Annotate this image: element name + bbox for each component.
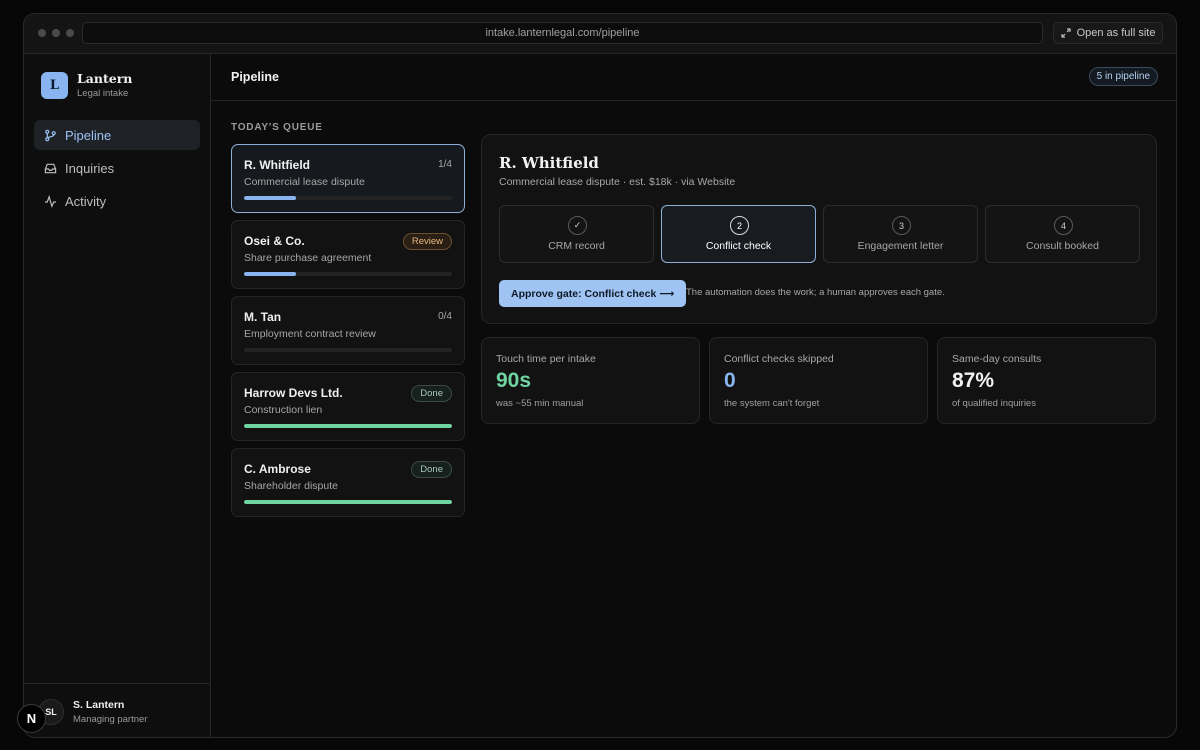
metric-value: 90s <box>496 369 532 392</box>
sidebar-item-label: Inquiries <box>65 160 115 176</box>
expand-icon <box>1060 28 1071 38</box>
queue-card-step-count: 1/4 <box>438 159 452 170</box>
sidebar-item-inquiries[interactable]: Inquiries <box>34 153 200 183</box>
queue-card[interactable]: M. Tan Employment contract review 0/4 <box>231 296 465 365</box>
client-name: R. Whitfield <box>499 154 599 172</box>
step-engagement-letter[interactable]: 3 Engagement letter <box>823 205 978 263</box>
metric-value: 87% <box>952 369 995 392</box>
page-title: Pipeline <box>231 70 279 84</box>
browser-window: intake.lanternlegal.com/pipeline Open as… <box>23 13 1177 738</box>
step-number: 2 <box>730 216 749 235</box>
brand-name: Lantern <box>77 71 133 86</box>
queue-card-progress <box>244 500 452 504</box>
sidebar-item-activity[interactable]: Activity <box>34 186 200 216</box>
approve-note: The automation does the work; a human ap… <box>686 287 945 298</box>
sidebar-nav: Pipeline Inquiries Activity <box>34 120 200 219</box>
window-dot-minimize[interactable] <box>52 29 60 37</box>
step-conflict-check[interactable]: 2 Conflict check <box>661 205 816 263</box>
progress-fill <box>244 272 296 276</box>
brand-subtitle: Legal intake <box>77 88 129 99</box>
metric-subtext: the system can't forget <box>724 398 820 409</box>
metric-card-touch-time: Touch time per intake 90s was ~55 min ma… <box>481 337 700 424</box>
queue-card-description: Shareholder dispute <box>244 480 338 492</box>
titlebar: intake.lanternlegal.com/pipeline Open as… <box>24 14 1176 54</box>
main-content: Pipeline 5 in pipeline TODAY'S QUEUE R. … <box>211 54 1176 737</box>
step-consult-booked[interactable]: 4 Consult booked <box>985 205 1140 263</box>
approve-gate-button[interactable]: Approve gate: Conflict check ⟶ <box>499 280 687 307</box>
queue-heading: TODAY'S QUEUE <box>231 122 323 133</box>
page-header: Pipeline 5 in pipeline <box>211 54 1176 101</box>
queue-card-name: M. Tan <box>244 310 282 324</box>
step-label: Conflict check <box>705 240 772 252</box>
metrics-row: Touch time per intake 90s was ~55 min ma… <box>481 337 1156 424</box>
queue-card[interactable]: C. Ambrose Shareholder dispute Done <box>231 448 465 517</box>
activity-icon <box>44 194 57 208</box>
step-label: Consult booked <box>1026 240 1099 252</box>
pipeline-count-badge: 5 in pipeline <box>1088 67 1158 86</box>
queue-card-description: Commercial lease dispute <box>244 176 365 188</box>
open-full-site-button[interactable]: Open as full site <box>1053 22 1163 44</box>
queue-card[interactable]: Osei & Co. Share purchase agreement Revi… <box>231 220 465 289</box>
open-full-site-label: Open as full site <box>1076 27 1156 39</box>
metric-subtext: of qualified inquiries <box>952 398 1036 409</box>
queue-card-progress <box>244 196 452 200</box>
user-role: Managing partner <box>73 713 148 725</box>
branch-icon <box>45 129 56 141</box>
step-number: 3 <box>892 216 911 235</box>
check-icon: ✓ <box>568 216 587 235</box>
queue-card-name: C. Ambrose <box>244 462 311 476</box>
metric-value: 0 <box>724 369 736 392</box>
queue-card-progress <box>244 424 452 428</box>
window-dot-maximize[interactable] <box>66 29 74 37</box>
brand-logo: L <box>41 71 68 99</box>
queue-card-progress <box>244 348 452 352</box>
queue-card[interactable]: Harrow Devs Ltd. Construction lien Done <box>231 372 465 441</box>
metric-card-same-day-consults: Same-day consults 87% of qualified inqui… <box>937 337 1156 424</box>
queue-card-name: Harrow Devs Ltd. <box>244 386 343 400</box>
queue-card-description: Employment contract review <box>244 328 376 340</box>
queue-card[interactable]: R. Whitfield Commercial lease dispute 1/… <box>231 144 465 213</box>
queue-card-name: R. Whitfield <box>244 158 310 172</box>
metric-label: Touch time per intake <box>496 353 596 365</box>
queue-card-progress <box>244 272 452 276</box>
metric-subtext: was ~55 min manual <box>496 398 584 409</box>
queue-card-description: Share purchase agreement <box>244 252 372 264</box>
window-controls <box>38 29 74 37</box>
progress-fill <box>244 196 296 200</box>
progress-fill <box>244 424 452 428</box>
inbox-icon <box>44 163 57 173</box>
metric-label: Same-day consults <box>952 353 1042 365</box>
progress-fill <box>244 500 452 504</box>
user-profile[interactable]: SL S. Lantern Managing partner <box>24 683 211 737</box>
status-badge: Review <box>402 233 452 250</box>
queue-card-step-count: 0/4 <box>438 311 452 322</box>
sidebar-item-label: Pipeline <box>65 127 112 143</box>
gate-steps: ✓ CRM record 2 Conflict check 3 Engageme… <box>499 205 1140 263</box>
step-label: CRM record <box>548 240 605 252</box>
queue-card-name: Osei & Co. <box>244 234 305 248</box>
queue-list: R. Whitfield Commercial lease dispute 1/… <box>231 144 465 524</box>
sidebar-item-pipeline[interactable]: Pipeline <box>34 120 200 150</box>
metric-card-conflict-checks: Conflict checks skipped 0 the system can… <box>709 337 928 424</box>
user-name: S. Lantern <box>73 698 125 711</box>
status-badge: Done <box>411 385 452 402</box>
metric-label: Conflict checks skipped <box>724 353 834 365</box>
sidebar-item-label: Activity <box>65 193 107 209</box>
window-dot-close[interactable] <box>38 29 46 37</box>
next-badge-button[interactable]: N <box>17 704 46 733</box>
brand[interactable]: L Lantern Legal intake <box>41 71 132 99</box>
url-bar[interactable]: intake.lanternlegal.com/pipeline <box>82 22 1043 44</box>
step-number: 4 <box>1054 216 1073 235</box>
matter-meta: Commercial lease dispute · est. $18k · v… <box>499 176 736 188</box>
step-crm-record[interactable]: ✓ CRM record <box>499 205 654 263</box>
intake-detail-panel: R. Whitfield Commercial lease dispute · … <box>481 134 1157 324</box>
step-label: Engagement letter <box>857 240 944 252</box>
status-badge: Done <box>411 461 452 478</box>
queue-card-description: Construction lien <box>244 404 323 416</box>
sidebar: L Lantern Legal intake Pipeline Inquirie… <box>24 54 211 737</box>
